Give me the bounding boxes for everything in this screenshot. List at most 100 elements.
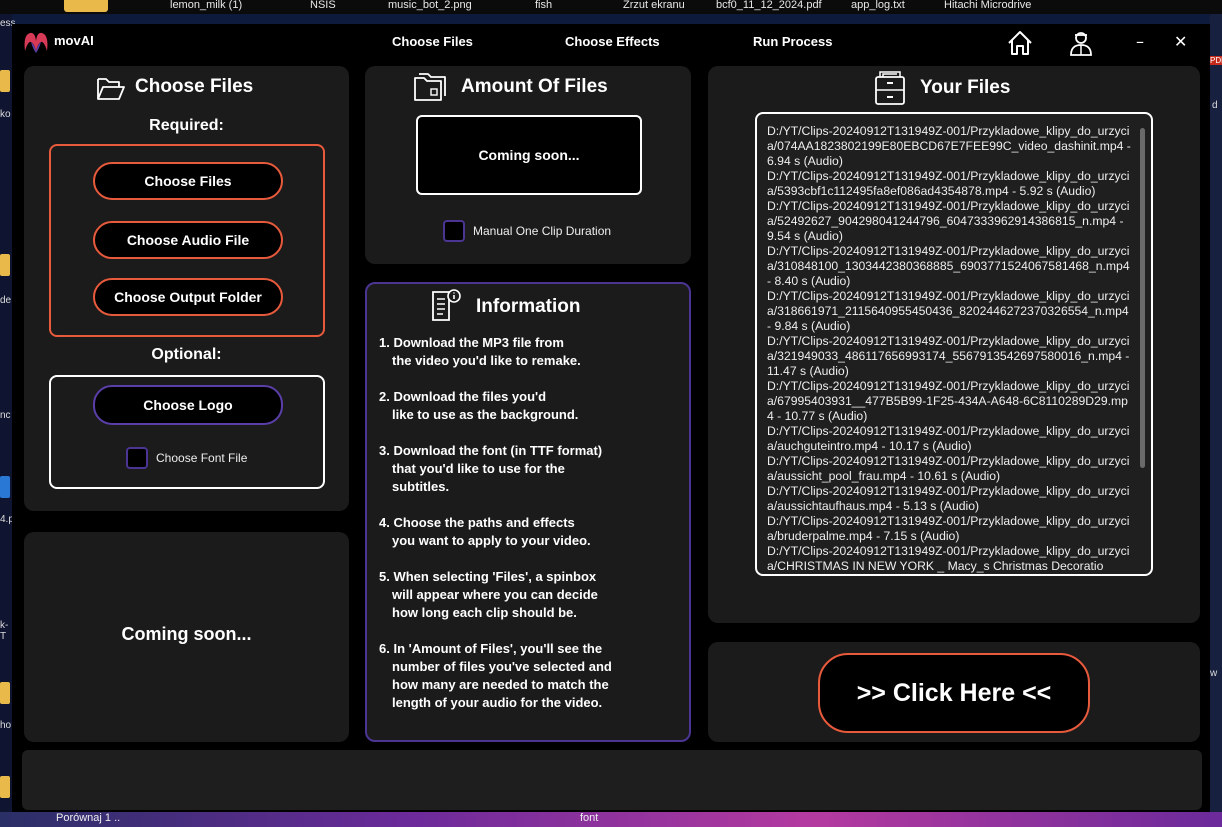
amount-of-files-title: Amount Of Files — [461, 76, 608, 97]
file-entry[interactable]: D:/YT/Clips-20240912T131949Z-001/Przykla… — [767, 124, 1133, 169]
info-step: 3. Download the font (in TTF format) tha… — [379, 442, 679, 496]
info-step: 2. Download the files you'd like to use … — [379, 388, 679, 424]
taskbar-strip: Porównaj 1 .. font — [0, 812, 1222, 827]
desktop-label[interactable]: fish — [535, 0, 552, 11]
run-click-here-button[interactable]: >> Click Here << — [818, 653, 1090, 733]
step-line: 6. In 'Amount of Files', you'll see the — [379, 641, 603, 656]
optional-group: Choose Logo Choose Font File — [49, 375, 325, 489]
folder-icon — [64, 0, 108, 12]
file-entry[interactable]: D:/YT/Clips-20240912T131949Z-001/Przykla… — [767, 379, 1133, 424]
title-bar: movAI Choose Files Choose Effects Run Pr… — [12, 24, 1210, 62]
info-step: 6. In 'Amount of Files', you'll see the … — [379, 640, 679, 712]
minimize-button[interactable]: – — [1136, 32, 1144, 51]
file-entry[interactable]: D:/YT/Clips-20240912T131949Z-001/Przykla… — [767, 484, 1133, 514]
files-stack-icon — [414, 73, 446, 101]
folder-open-icon — [97, 78, 125, 100]
choose-files-button[interactable]: Choose Files — [93, 162, 283, 200]
choose-files-panel: Choose Files Required: Choose Files Choo… — [24, 66, 349, 511]
folder-icon — [0, 254, 10, 276]
required-group: Choose Files Choose Audio File Choose Ou… — [49, 144, 325, 337]
step-line: 2. Download the files you'd — [379, 389, 547, 404]
step-line: the video you'd like to remake. — [392, 353, 581, 368]
step-line: subtitles. — [392, 479, 450, 494]
step-line: 1. Download the MP3 file from — [379, 335, 564, 350]
step-line: number of files you've selected and — [392, 659, 612, 674]
desktop-fragment: d — [1212, 100, 1218, 111]
nav-choose-effects[interactable]: Choose Effects — [565, 34, 660, 49]
choose-logo-button[interactable]: Choose Logo — [93, 385, 283, 425]
info-step: 4. Choose the paths and effects you want… — [379, 514, 679, 550]
info-document-icon — [432, 289, 461, 321]
file-cabinet-icon — [875, 71, 905, 105]
manual-clip-duration-label[interactable]: Manual One Clip Duration — [473, 224, 611, 238]
file-entry[interactable]: D:/YT/Clips-20240912T131949Z-001/Przykla… — [767, 544, 1133, 574]
choose-output-folder-button[interactable]: Choose Output Folder — [93, 278, 283, 316]
choose-font-file-checkbox[interactable] — [126, 447, 148, 469]
app-name: movAI — [54, 33, 94, 48]
desktop-left-edge: ess ko de nc 4.p k-T ho — [0, 14, 16, 827]
folder-icon — [0, 682, 10, 704]
desktop-fragment: k-T — [0, 620, 9, 642]
file-entry[interactable]: D:/YT/Clips-20240912T131949Z-001/Przykla… — [767, 199, 1133, 244]
step-line: 4. Choose the paths and effects — [379, 515, 575, 530]
desktop-fragment: ho — [0, 720, 12, 731]
desktop-icon-strip: lemon_milk (1) NSIS music_bot_2.png fish… — [0, 0, 1222, 14]
user-icon[interactable] — [1066, 28, 1096, 58]
nav-run-process[interactable]: Run Process — [753, 34, 832, 49]
step-line: 3. Download the font (in TTF format) — [379, 443, 603, 458]
step-line: like to use as the background. — [392, 407, 579, 422]
your-files-panel: Your Files D:/YT/Clips-20240912T131949Z-… — [708, 66, 1200, 623]
file-entry[interactable]: D:/YT/Clips-20240912T131949Z-001/Przykla… — [767, 334, 1133, 379]
optional-label: Optional: — [151, 346, 222, 363]
step-line: length of your audio for the video. — [392, 695, 603, 710]
desktop-label[interactable]: NSIS — [310, 0, 336, 11]
movai-window: movAI Choose Files Choose Effects Run Pr… — [12, 24, 1210, 812]
file-entry[interactable]: D:/YT/Clips-20240912T131949Z-001/Przykla… — [767, 244, 1133, 289]
files-list[interactable]: D:/YT/Clips-20240912T131949Z-001/Przykla… — [755, 112, 1153, 576]
close-button[interactable]: ✕ — [1174, 32, 1187, 51]
step-line: you want to apply to your video. — [392, 533, 591, 548]
information-title: Information — [476, 296, 581, 317]
choose-files-title: Choose Files — [135, 76, 254, 97]
taskbar-label[interactable]: font — [580, 812, 598, 824]
movai-logo-icon — [24, 32, 48, 53]
coming-soon-text: Coming soon... — [121, 624, 252, 644]
file-entry[interactable]: D:/YT/Clips-20240912T131949Z-001/Przykla… — [767, 424, 1133, 454]
desktop-fragment: w — [1210, 668, 1218, 679]
desktop-right-edge: PDF d w — [1210, 14, 1222, 827]
files-scrollbar[interactable] — [1140, 128, 1145, 468]
file-entry[interactable]: D:/YT/Clips-20240912T131949Z-001/Przykla… — [767, 454, 1133, 484]
file-entry[interactable]: D:/YT/Clips-20240912T131949Z-001/Przykla… — [767, 289, 1133, 334]
step-line: that you'd like to use for the — [392, 461, 565, 476]
desktop-fragment: nc — [0, 410, 11, 421]
taskbar-label[interactable]: Porównaj 1 .. — [56, 812, 120, 824]
choose-audio-file-button[interactable]: Choose Audio File — [93, 221, 283, 259]
pdf-icon: PDF — [1210, 56, 1222, 65]
manual-clip-duration-checkbox[interactable] — [443, 220, 465, 242]
desktop-label[interactable]: app_log.txt — [851, 0, 905, 11]
desktop-fragment: ko — [0, 109, 11, 120]
amount-display: Coming soon... — [416, 115, 642, 195]
app-icon — [0, 476, 10, 498]
information-panel: Information 1. Download the MP3 file fro… — [365, 282, 691, 742]
info-step: 5. When selecting 'Files', a spinbox wil… — [379, 568, 679, 622]
desktop-label[interactable]: bcf0_11_12_2024.pdf — [716, 0, 822, 11]
desktop-label[interactable]: Hitachi Microdrive — [944, 0, 1031, 11]
desktop-fragment: de — [0, 295, 12, 306]
file-entry[interactable]: D:/YT/Clips-20240912T131949Z-001/Przykla… — [767, 169, 1133, 199]
your-files-title: Your Files — [920, 77, 1011, 98]
desktop-label[interactable]: lemon_milk (1) — [170, 0, 242, 11]
home-icon[interactable] — [1005, 28, 1035, 58]
desktop-label[interactable]: music_bot_2.png — [388, 0, 472, 11]
info-step: 1. Download the MP3 file from the video … — [379, 334, 679, 370]
choose-font-file-label[interactable]: Choose Font File — [156, 451, 247, 465]
nav-choose-files[interactable]: Choose Files — [392, 34, 473, 49]
file-entry[interactable]: D:/YT/Clips-20240912T131949Z-001/Przykla… — [767, 514, 1133, 544]
step-line: 5. When selecting 'Files', a spinbox — [379, 569, 597, 584]
status-bar — [22, 750, 1202, 810]
folder-icon — [0, 70, 10, 92]
folder-icon — [0, 776, 10, 798]
step-line: how long each clip should be. — [392, 605, 577, 620]
desktop-label[interactable]: Zrzut ekranu — [623, 0, 685, 11]
required-label: Required: — [149, 117, 224, 134]
